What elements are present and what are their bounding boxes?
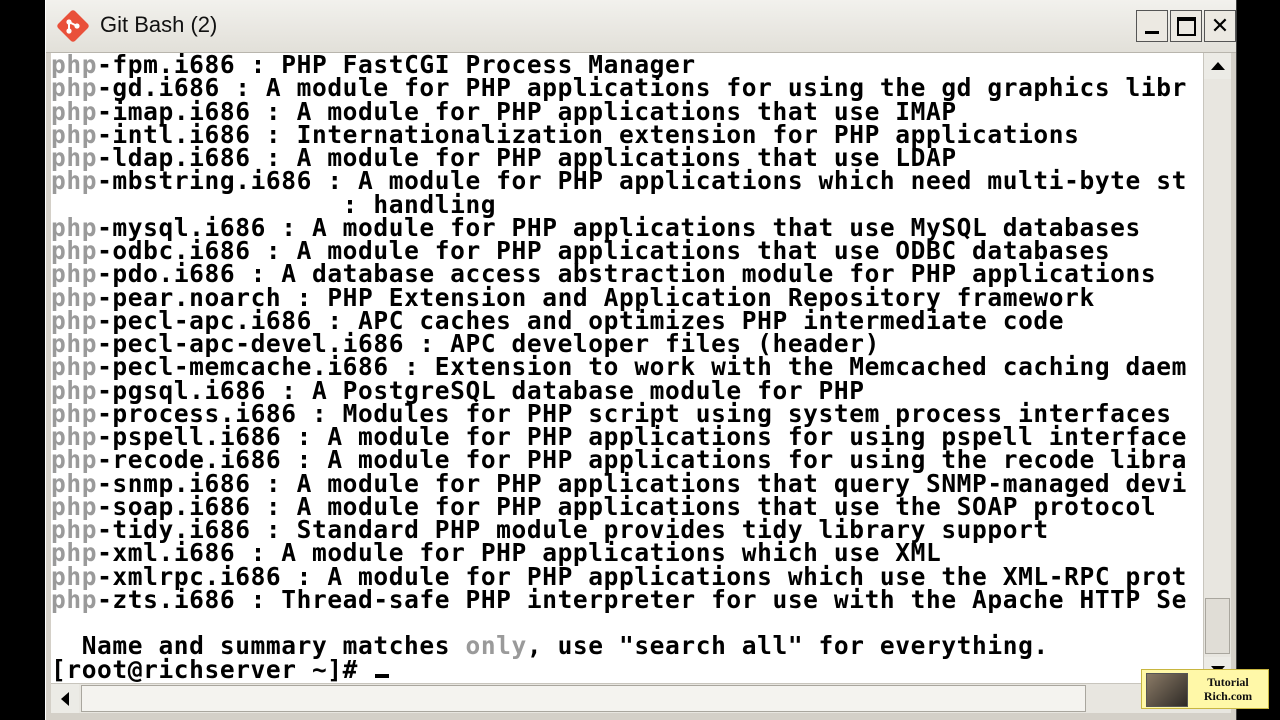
close-button[interactable]: ✕ (1204, 10, 1236, 42)
arrow-left-icon (61, 691, 69, 706)
watermark-line-2: Rich.com (1203, 689, 1253, 703)
watermark-line-1: Tutorial (1207, 675, 1249, 689)
title-bar[interactable]: Git Bash (2) ✕ (46, 0, 1236, 53)
terminal-output[interactable]: php-fpm.i686 : PHP FastCGI Process Manag… (51, 53, 1203, 683)
window-title: Git Bash (2) (100, 12, 218, 37)
tutorial-rich-watermark: Tutorial Rich.com (1141, 669, 1269, 709)
line-text: -zts.i686 : Thread-safe PHP interpreter … (97, 584, 1187, 614)
minimize-button[interactable] (1136, 10, 1168, 42)
horizontal-scrollbar[interactable] (51, 683, 1231, 713)
terminal-line: php-zts.i686 : Thread-safe PHP interpret… (51, 584, 1187, 614)
vertical-scroll-thumb[interactable] (1205, 598, 1230, 654)
minimize-icon (1145, 30, 1159, 34)
vertical-scrollbar[interactable] (1203, 53, 1231, 683)
summary-highlight: only (465, 631, 527, 661)
terminal-lines: php-fpm.i686 : PHP FastCGI Process Manag… (51, 53, 1187, 681)
scroll-left-button[interactable] (51, 684, 79, 713)
summary-after: , use "search all" for everything. (526, 631, 1049, 661)
close-icon: ✕ (1210, 13, 1230, 39)
shell-prompt: [root@richserver ~]# (51, 654, 374, 683)
git-bash-window: Git Bash (2) ✕ php-fpm.i686 : PHP FastCG… (45, 0, 1237, 720)
maximize-icon (1176, 16, 1196, 36)
prompt-line[interactable]: [root@richserver ~]# (51, 654, 1187, 683)
scroll-up-button[interactable] (1204, 53, 1231, 79)
text-cursor (375, 673, 390, 678)
horizontal-scroll-thumb[interactable] (81, 685, 1086, 712)
line-prefix: php (51, 584, 98, 614)
maximize-button[interactable] (1170, 10, 1202, 42)
arrow-up-icon (1210, 62, 1225, 70)
avatar (1146, 673, 1188, 707)
git-logo-icon (57, 10, 89, 42)
